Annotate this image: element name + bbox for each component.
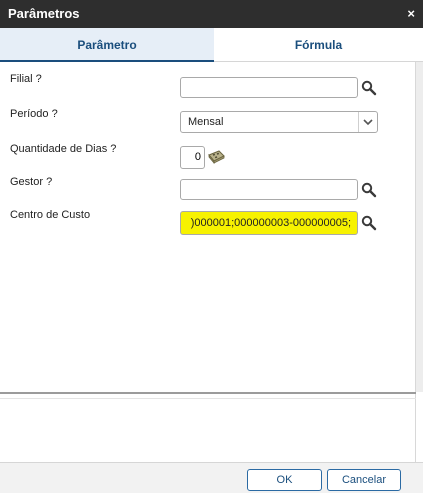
quantidade-dias-label: Quantidade de Dias ?	[10, 143, 117, 155]
close-icon[interactable]: ×	[407, 6, 415, 21]
title-bar: Parâmetros ×	[0, 0, 423, 28]
quantidade-dias-input[interactable]: 0	[180, 146, 205, 169]
centro-custo-label: Centro de Custo	[10, 209, 91, 221]
cancel-button[interactable]: Cancelar	[327, 469, 401, 491]
periodo-value: Mensal	[188, 116, 224, 128]
filial-label: Filial ?	[10, 73, 42, 85]
filial-input[interactable]	[180, 77, 358, 98]
footer: OK Cancelar	[0, 462, 423, 493]
centro-custo-value: )000001;000000003-000000005;	[190, 217, 351, 229]
scrollbar[interactable]	[416, 62, 423, 392]
bottom-panel	[0, 394, 416, 462]
window-title: Parâmetros	[8, 6, 80, 21]
periodo-select[interactable]: Mensal	[180, 111, 378, 133]
periodo-label: Período ?	[10, 108, 58, 120]
centro-custo-search-icon[interactable]	[361, 215, 377, 231]
filial-search-icon[interactable]	[361, 80, 377, 96]
centro-custo-input[interactable]: )000001;000000003-000000005;	[180, 211, 358, 235]
calculator-icon[interactable]	[207, 150, 225, 164]
tab-parametro[interactable]: Parâmetro	[0, 28, 214, 62]
tab-formula[interactable]: Fórmula	[214, 28, 423, 62]
gestor-search-icon[interactable]	[361, 182, 377, 198]
tab-bar: Parâmetro Fórmula	[0, 28, 423, 62]
gestor-label: Gestor ?	[10, 176, 53, 188]
gestor-input[interactable]	[180, 179, 358, 200]
ok-button[interactable]: OK	[247, 469, 322, 491]
parameters-form: Filial ? Período ? Mensal Quantidade de …	[0, 62, 416, 392]
chevron-down-icon[interactable]	[358, 112, 377, 132]
divider-secondary	[0, 398, 416, 399]
